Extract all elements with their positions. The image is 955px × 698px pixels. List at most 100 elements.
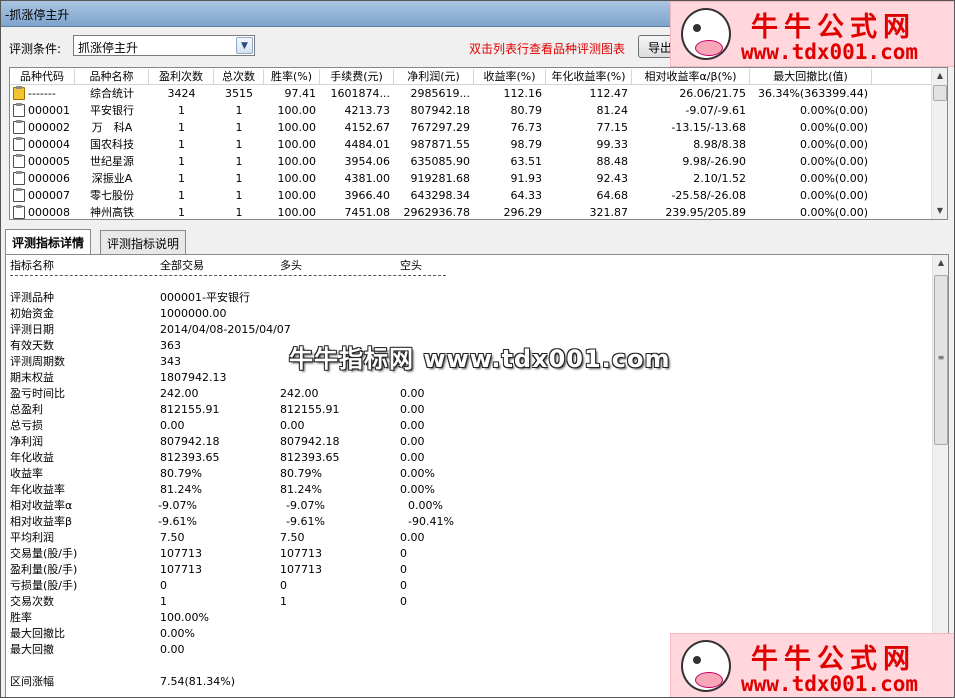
metric-value: 363 xyxy=(160,339,181,352)
clipboard-icon xyxy=(13,103,25,117)
metric-value: -9.61% xyxy=(286,515,325,528)
table-cell: 1 xyxy=(235,172,243,185)
detail-column-header: 空头 xyxy=(400,259,422,272)
hint-text: 双击列表行查看品种评测图表 xyxy=(469,42,626,56)
table-cell: 0.00%(0.00) xyxy=(799,172,868,185)
table-row[interactable]: 000007 零七股份 1 1 100.00 3966.40 643298.34 64.33 6… xyxy=(10,187,932,204)
table-cell: 综合统计 xyxy=(90,87,134,100)
metric-value: -9.61% xyxy=(158,515,197,528)
table-cell: 99.33 xyxy=(596,138,629,151)
table-row[interactable]: 000001 平安银行 1 1 100.00 4213.73 807942.18 80.79 8… xyxy=(10,102,932,119)
metric-value: 107713 xyxy=(280,547,322,560)
table-cell: 77.15 xyxy=(596,121,629,134)
column-header[interactable]: 手续费(元) xyxy=(320,69,394,84)
table-cell: 0.00%(0.00) xyxy=(799,121,868,134)
table-cell: 2962936.78 xyxy=(403,206,470,219)
metric-name: 胜率 xyxy=(10,611,32,624)
metric-value: 1 xyxy=(280,595,287,608)
clipboard-icon xyxy=(13,120,25,134)
metric-name: 盈亏时间比 xyxy=(10,387,65,400)
watermark-badge-top: 牛牛公式网 www.tdx001.com xyxy=(670,1,954,67)
table-cell: 767297.29 xyxy=(410,121,471,134)
metric-name: 区间涨幅 xyxy=(10,675,54,688)
column-header[interactable]: 最大回撤比(值) xyxy=(750,69,872,84)
scroll-up-icon[interactable]: ▲ xyxy=(932,68,947,84)
table-cell: 1 xyxy=(178,104,185,117)
column-header[interactable]: 盈利次数 xyxy=(149,69,214,84)
table-cell: 1 xyxy=(235,189,243,202)
column-header[interactable]: 收益率(%) xyxy=(474,69,546,84)
column-header[interactable]: 品种代码 xyxy=(10,69,75,84)
metric-name: 年化收益率 xyxy=(10,483,65,496)
column-header[interactable]: 相对收益率α/β(%) xyxy=(632,69,750,84)
table-cell: 8.98/8.38 xyxy=(693,138,746,151)
main-window: -抓涨停主升 评测条件: 抓涨停主升 ▼ 双击列表行查看品种评测图表 导出 品种… xyxy=(0,0,955,698)
metric-value: 1000000.00 xyxy=(160,307,227,320)
table-row[interactable]: 000005 世纪星源 1 1 100.00 3954.06 635085.90 63.51 8… xyxy=(10,153,932,170)
table-cell: 平安银行 xyxy=(90,104,134,117)
metric-name: 有效天数 xyxy=(10,339,54,352)
table-cell: 1 xyxy=(235,206,243,219)
table-cell: 3515 xyxy=(225,87,253,100)
metric-name: 盈利量(股/手) xyxy=(10,563,78,576)
table-cell: 76.73 xyxy=(510,121,543,134)
metric-value: 812155.91 xyxy=(280,403,340,416)
table-row[interactable]: 000006 深振业A 1 1 100.00 4381.00 919281.68 91.93 9… xyxy=(10,170,932,187)
metric-value: 0 xyxy=(160,579,167,592)
chevron-down-icon[interactable]: ▼ xyxy=(236,37,253,54)
table-cell: 4484.01 xyxy=(344,138,391,151)
table-cell: 63.51 xyxy=(510,155,543,168)
watermark-url: www.tdx001.com xyxy=(741,40,919,64)
metric-value: 812393.65 xyxy=(160,451,220,464)
tab-detail[interactable]: 评测指标详情 xyxy=(5,229,92,254)
table-cell: 深振业A xyxy=(91,172,133,185)
condition-select[interactable]: 抓涨停主升 ▼ xyxy=(73,35,255,56)
table-cell: 100.00 xyxy=(277,104,317,117)
column-header[interactable]: 净利润(元) xyxy=(394,69,474,84)
table-scrollbar[interactable]: ▲ ▼ xyxy=(931,68,947,219)
clipboard-icon xyxy=(13,154,25,168)
metric-value: 107713 xyxy=(160,563,202,576)
table-cell: 000004 xyxy=(28,138,70,151)
column-header[interactable]: 年化收益率(%) xyxy=(546,69,632,84)
column-header[interactable]: 总次数 xyxy=(214,69,264,84)
metric-value: 000001-平安银行 xyxy=(160,291,250,304)
metric-value: -9.07% xyxy=(158,499,197,512)
table-cell: 4152.67 xyxy=(344,121,391,134)
table-cell: 91.93 xyxy=(510,172,543,185)
metric-value: 80.79% xyxy=(280,467,322,480)
scroll-down-icon[interactable]: ▼ xyxy=(932,203,947,219)
metric-value: 7.50 xyxy=(280,531,305,544)
table-cell: 98.79 xyxy=(510,138,543,151)
table-row[interactable]: 000008 神州高铁 1 1 100.00 7451.08 2962936.78 296.2… xyxy=(10,204,932,219)
table-cell: 88.48 xyxy=(596,155,629,168)
table-cell: 239.95/205.89 xyxy=(665,206,746,219)
table-cell: -25.58/-26.08 xyxy=(671,189,746,202)
metric-name: 最大回撤比 xyxy=(10,627,65,640)
scroll-thumb[interactable] xyxy=(933,85,947,101)
table-cell: 3954.06 xyxy=(344,155,391,168)
table-cell: 4381.00 xyxy=(344,172,391,185)
table-cell: 36.34%(363399.44) xyxy=(757,87,868,100)
table-cell: 100.00 xyxy=(277,206,317,219)
metric-value: 0.00% xyxy=(400,483,435,496)
tab-explanation[interactable]: 评测指标说明 xyxy=(100,230,187,254)
table-cell: 神州高铁 xyxy=(90,206,134,219)
detail-scrollbar[interactable]: ▲ ≡ xyxy=(932,255,948,697)
metric-name: 平均利润 xyxy=(10,531,54,544)
table-cell: 635085.90 xyxy=(410,155,471,168)
scroll-grip-icon: ≡ xyxy=(937,353,945,362)
table-cell: 000008 xyxy=(28,206,70,219)
column-header[interactable]: 胜率(%) xyxy=(264,69,320,84)
table-row[interactable]: ------- 综合统计 3424 3515 97.41 1601874... 298561… xyxy=(10,85,932,102)
table-row[interactable]: 000002 万 科A 1 1 100.00 4152.67 767297.29 76.73 7… xyxy=(10,119,932,136)
metric-value: 7.54(81.34%) xyxy=(160,675,236,688)
metric-value: 242.00 xyxy=(280,387,319,400)
scroll-up-icon[interactable]: ▲ xyxy=(933,255,948,271)
metric-value: 0 xyxy=(400,547,407,560)
table-cell: 92.43 xyxy=(596,172,629,185)
column-header[interactable]: 品种名称 xyxy=(75,69,149,84)
clipboard-icon xyxy=(13,188,25,202)
table-cell: 2.10/1.52 xyxy=(693,172,746,185)
table-row[interactable]: 000004 国农科技 1 1 100.00 4484.01 987871.55 98.79 9… xyxy=(10,136,932,153)
